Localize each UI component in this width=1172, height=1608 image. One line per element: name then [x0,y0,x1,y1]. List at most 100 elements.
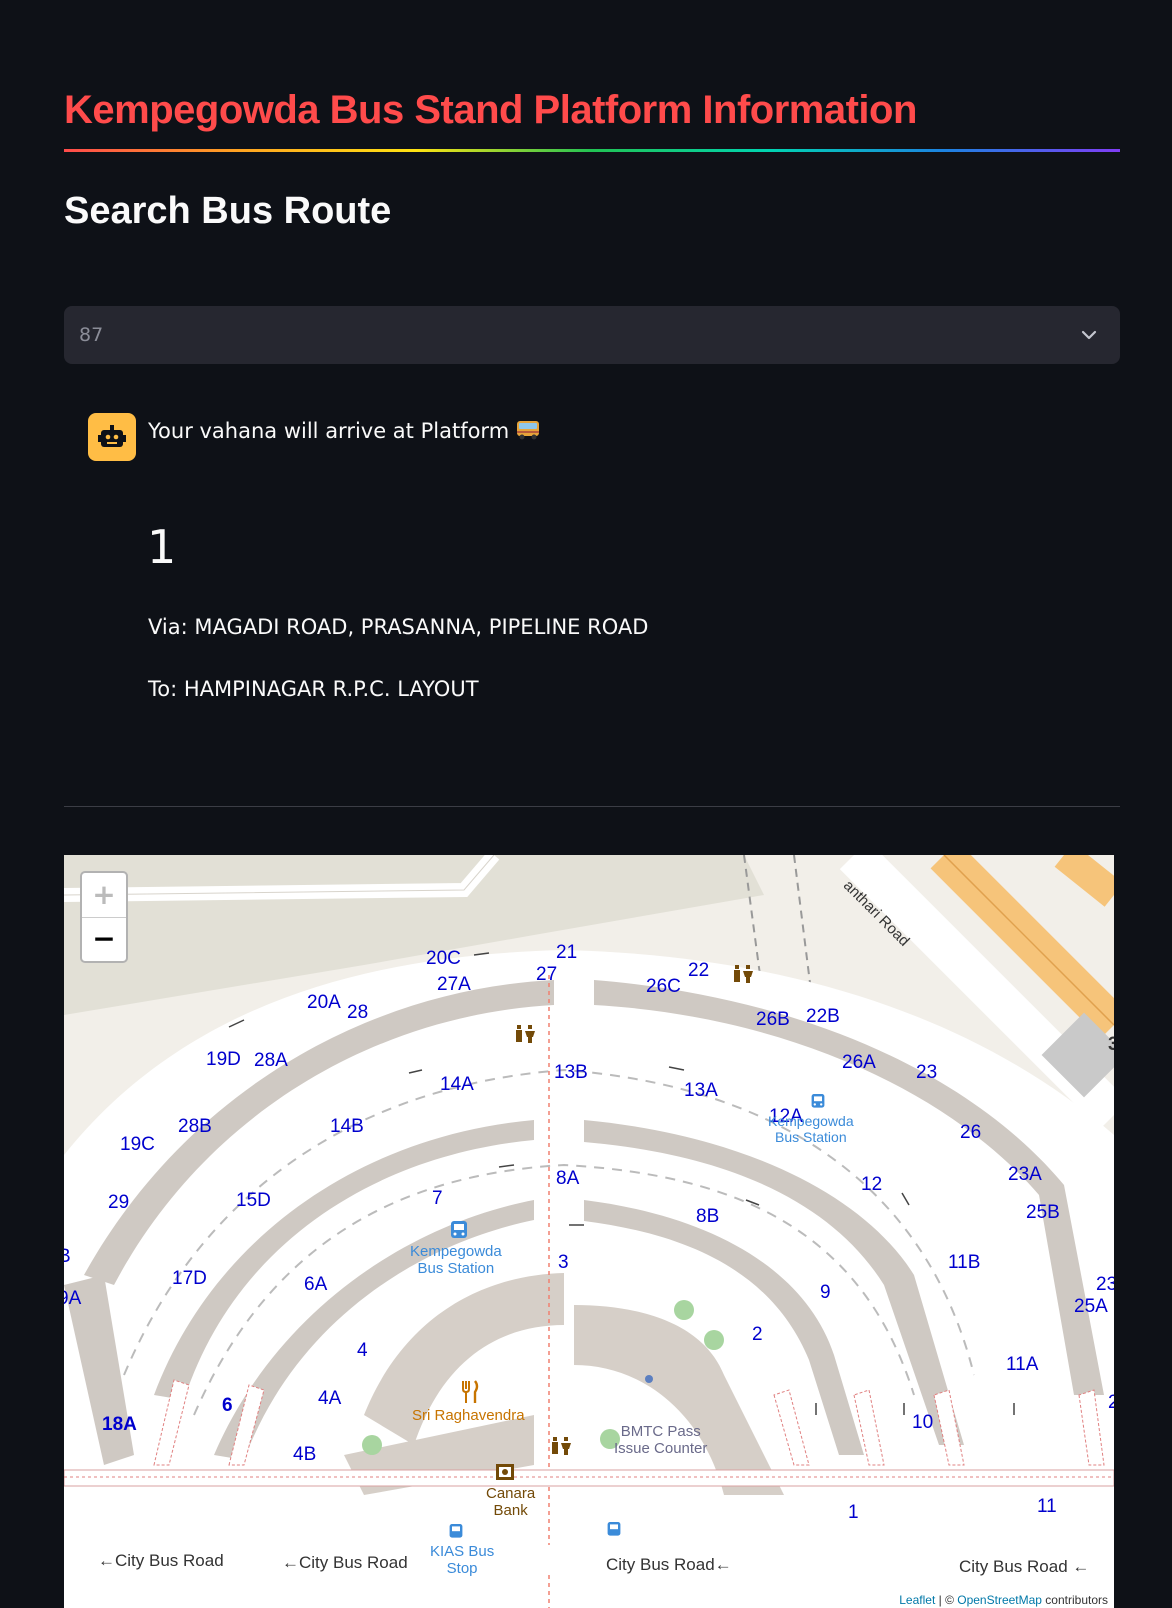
station-label: Kempegowda Bus Station [768,1113,854,1145]
platform-label: 6A [304,1274,328,1295]
restaurant-label: Sri Raghavendra [412,1407,525,1424]
bus-icon [517,421,540,440]
search-heading: Search Bus Route [64,190,392,232]
platform-label: 27 [536,964,558,985]
bank-icon [496,1464,514,1480]
platform-label: 23 [1096,1274,1114,1295]
platform-label: 21 [556,942,578,963]
platform-label: 20C [426,948,461,969]
map-attribution: Leaflet | © OpenStreetMap contributors [893,1592,1114,1608]
toilets-icon [516,1025,535,1043]
platform-label: 11B [948,1252,981,1273]
platform-label: 17D [172,1268,207,1289]
platform-label: 28 [347,1002,369,1023]
map[interactable]: + − 20C 21 27 22 27A 26C 20A 28 26B 22B … [64,855,1114,1608]
platform-label: 26 [960,1122,982,1143]
road-label: ←City Bus Road [282,1553,408,1572]
route-via: Via: MAGADI ROAD, PRASANNA, PIPELINE ROA… [148,615,649,639]
section-divider [64,806,1120,807]
platform-label: 26C [646,976,681,997]
road-label: ←City Bus Road [98,1551,224,1570]
platform-label: 26A [842,1052,876,1073]
platform-label: 12 [861,1174,883,1195]
platform-label: 8B [696,1206,720,1227]
toilets-icon [734,965,753,983]
platform-label: 27A [437,974,471,995]
station-label-line: Bus Station [417,1260,495,1278]
zoom-control: + − [80,871,128,963]
platform-label: 9 [820,1282,831,1303]
platform-label: B [64,1246,71,1267]
platform-label: 25B [1026,1202,1060,1223]
road-name: City Bus Road [606,1555,715,1574]
platform-label: 14A [440,1074,474,1095]
route-select[interactable]: 87 [64,306,1120,364]
road-name: City Bus Road [299,1553,408,1572]
road-name: City Bus Road [115,1551,224,1570]
platform-label: 19C [120,1134,155,1155]
chat-message: Your vahana will arrive at Platform [148,419,541,443]
toilets-icon [552,1437,571,1455]
osm-link[interactable]: OpenStreetMap [957,1593,1042,1607]
platform-label: 18A [102,1414,137,1435]
platform-label: 19D [206,1049,241,1070]
kias-label-line: Stop [446,1560,478,1578]
road-label: City Bus Road← [606,1555,732,1574]
platform-label: 20A [307,992,341,1013]
bank-label-line: Canara [486,1485,536,1502]
zoom-in-button[interactable]: + [82,873,126,918]
kias-label-line: KIAS Bus [430,1543,495,1560]
platform-label: 3 [1108,1034,1114,1055]
attribution-separator: | © [935,1593,958,1607]
bmtc-label-line: Issue Counter [614,1440,708,1458]
road-label: City Bus Road ← [959,1557,1090,1576]
station-label-line: Kempegowda [410,1243,502,1260]
road-name: City Bus Road [959,1557,1068,1576]
bus-stop-icon [449,1524,463,1538]
arrival-message: Your vahana will arrive at Platform [148,419,510,443]
platform-label: 22 [688,960,710,981]
platform-label: 11A [1006,1354,1039,1375]
platform-label: 4A [318,1388,342,1409]
platform-label: 23 [916,1062,938,1083]
platform-label: 11 [1037,1496,1057,1517]
bmtc-label: BMTC Pass Issue Counter [614,1423,707,1458]
station-label-line: Kempegowda [768,1113,854,1129]
station-label-line: Bus Station [775,1129,847,1146]
platform-label: 26B [756,1009,790,1030]
title-divider [64,149,1120,152]
chevron-down-icon [1081,330,1097,340]
platform-label: 22B [806,1006,840,1027]
restaurant-icon [462,1380,479,1403]
platform-label: 2 [752,1324,763,1345]
platform-label: 4B [293,1444,317,1465]
bus-station-icon [811,1094,825,1108]
bus-station-icon [451,1221,467,1238]
route-destination: To: HAMPINAGAR R.P.C. LAYOUT [148,677,479,701]
station-label: Kempegowda Bus Station [410,1243,502,1278]
bmtc-label-line: BMTC Pass [620,1423,701,1440]
bus-stop-icon [607,1522,621,1536]
platform-label: 23A [1008,1164,1042,1185]
platform-label: 13B [554,1062,588,1083]
platform-label: 10 [912,1412,934,1433]
platform-label: 6 [222,1395,233,1416]
map-base [64,855,1114,1608]
platform-label: 2 [1108,1392,1114,1413]
platform-label: 14B [330,1116,364,1137]
platform-label: 8A [556,1168,580,1189]
platform-label: 9A [64,1288,82,1309]
platform-label: 28B [178,1116,212,1137]
bank-label-line: Bank [493,1502,528,1520]
platform-label: 29 [108,1192,130,1213]
route-select-value: 87 [79,324,104,346]
zoom-out-button[interactable]: − [82,917,126,961]
platform-label: 25A [1074,1296,1108,1317]
leaflet-link[interactable]: Leaflet [899,1593,935,1607]
platform-label: 3 [558,1252,569,1273]
assistant-avatar [88,413,136,461]
kias-label: KIAS Bus Stop [430,1543,494,1578]
bank-label: Canara Bank [486,1485,535,1520]
platform-label: 13A [684,1080,718,1101]
attribution-suffix: contributors [1041,1593,1108,1607]
